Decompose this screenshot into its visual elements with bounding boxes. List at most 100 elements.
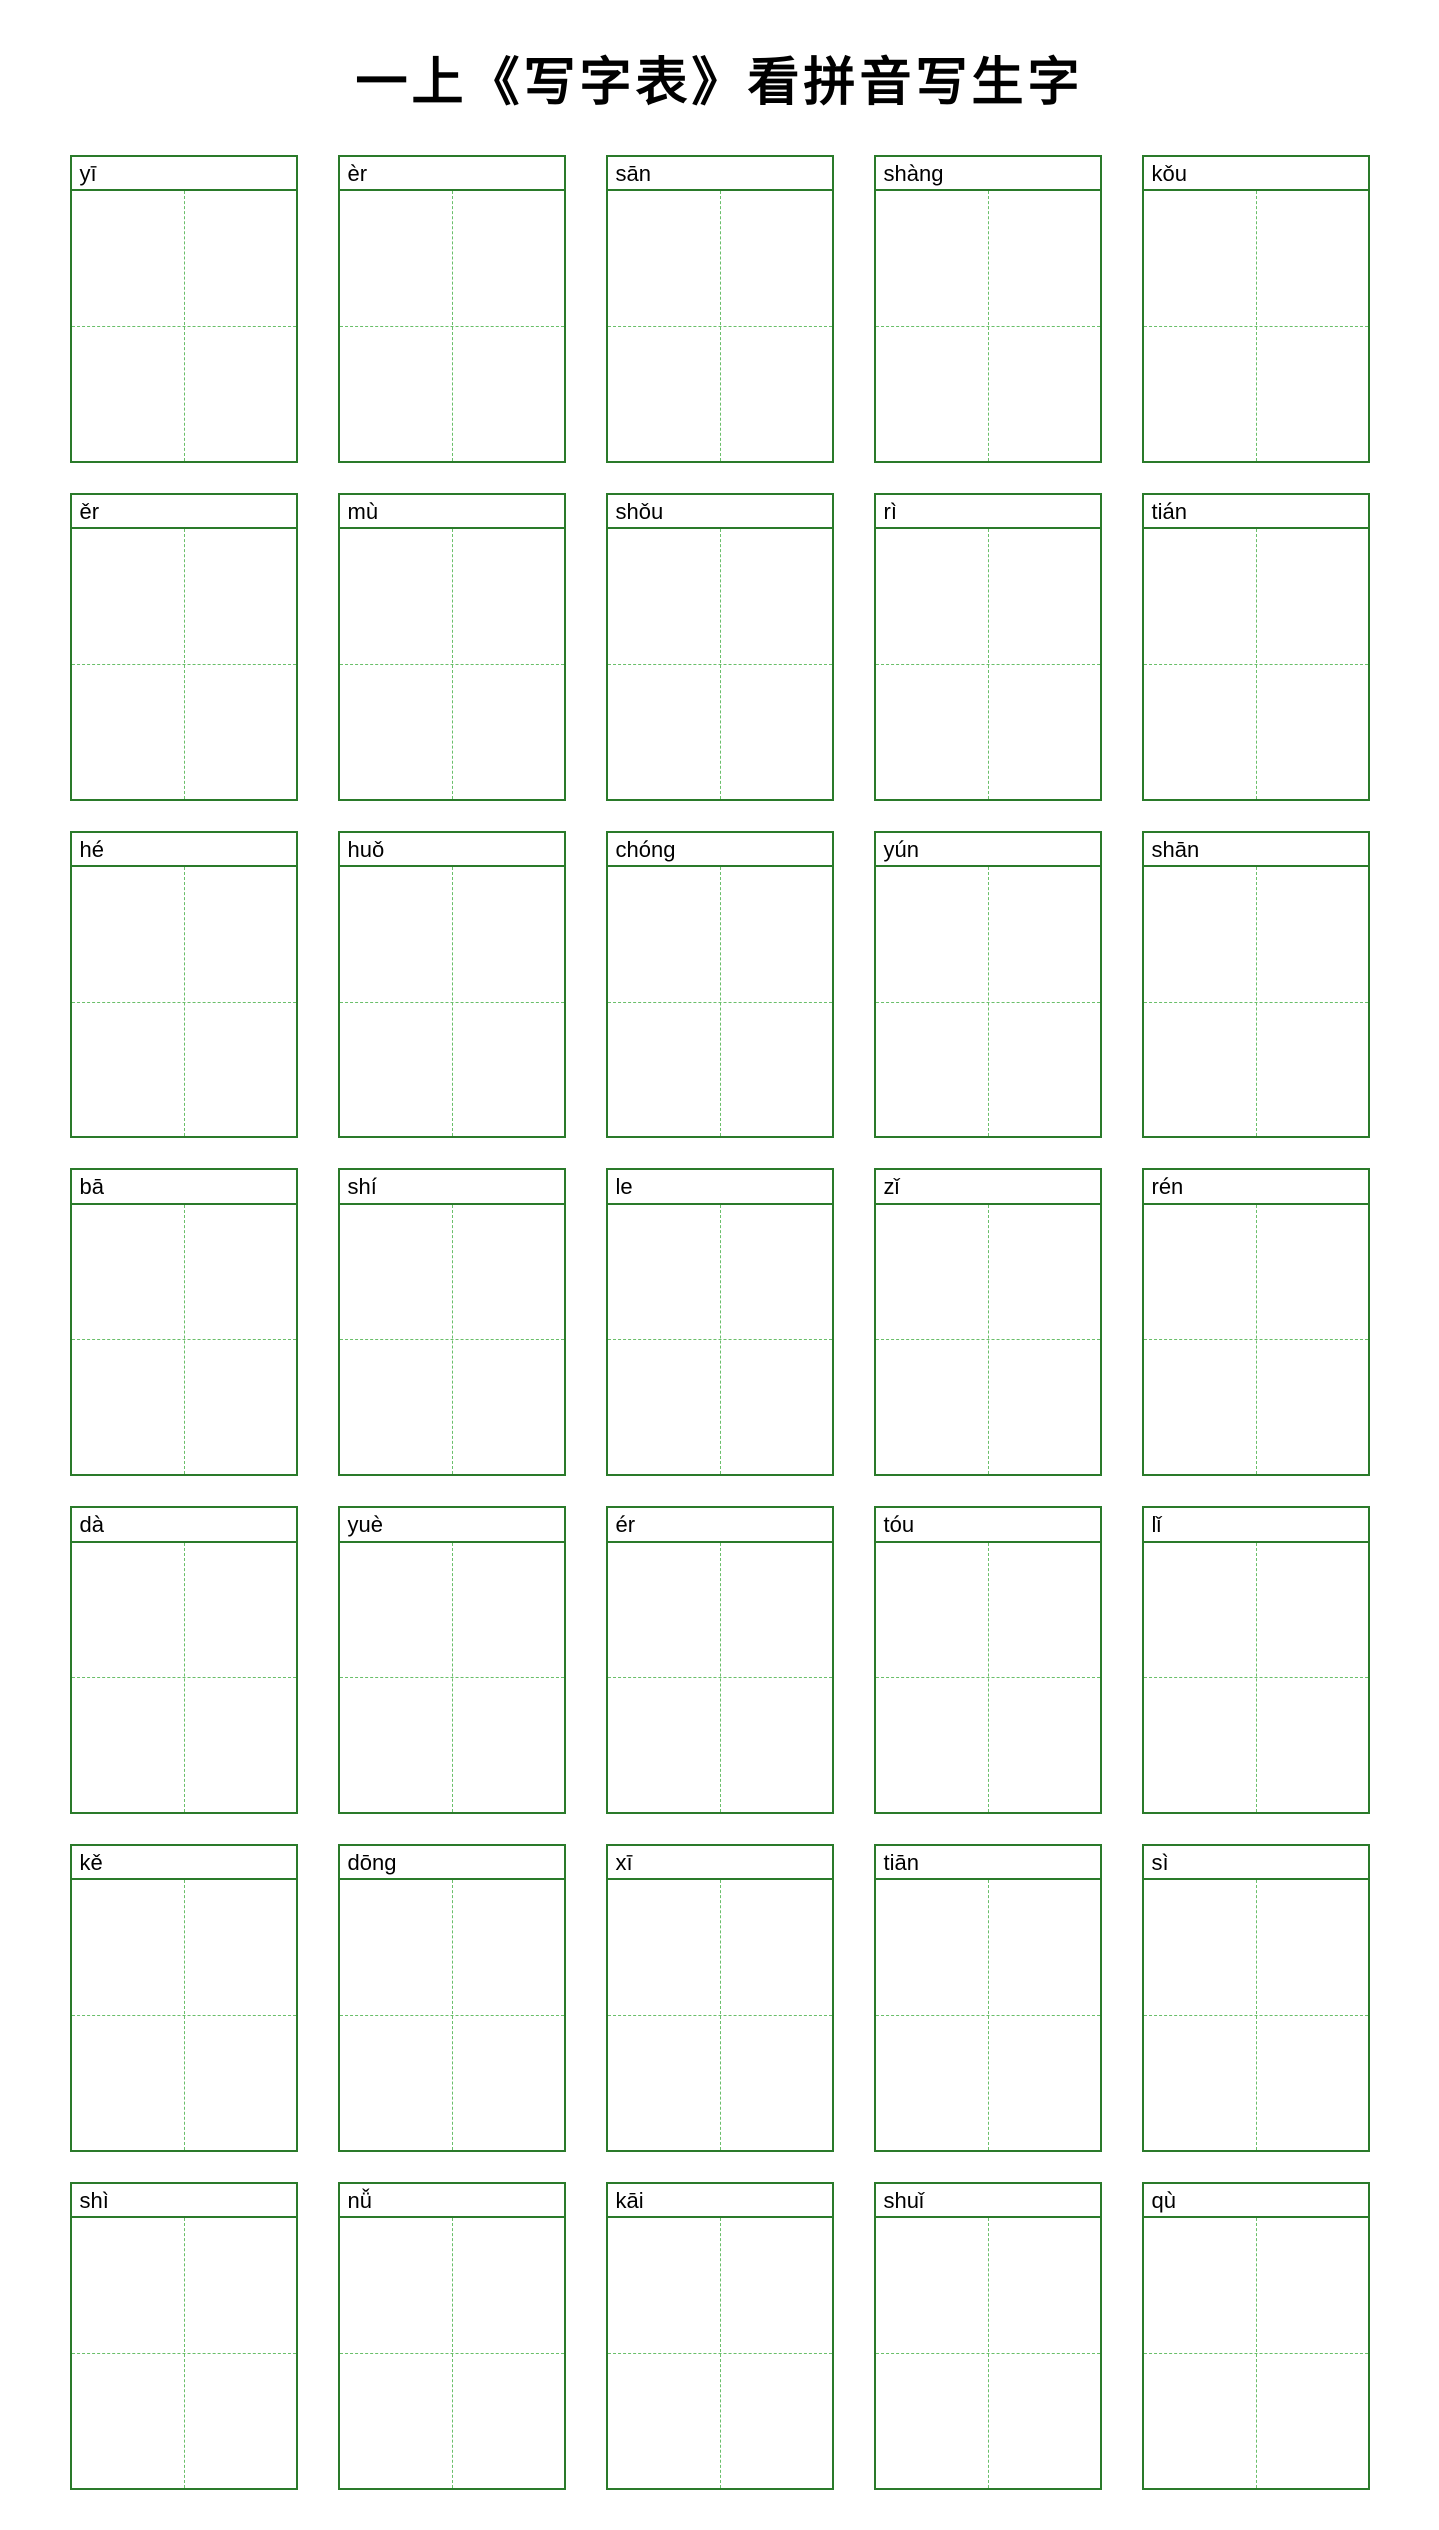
char-box: shí <box>338 1168 566 1476</box>
char-box: tóu <box>874 1506 1102 1814</box>
writing-area[interactable] <box>72 865 296 1136</box>
writing-area[interactable] <box>1144 189 1368 460</box>
writing-area[interactable] <box>1144 527 1368 798</box>
char-box: zǐ <box>874 1168 1102 1476</box>
char-box: hé <box>70 831 298 1139</box>
writing-area[interactable] <box>608 189 832 460</box>
char-box: mù <box>338 493 566 801</box>
char-box: qù <box>1142 2182 1370 2490</box>
char-box: dōng <box>338 1844 566 2152</box>
pinyin-label: lǐ <box>1144 1508 1368 1540</box>
char-box: shǒu <box>606 493 834 801</box>
pinyin-label: tiān <box>876 1846 1100 1878</box>
char-box: sì <box>1142 1844 1370 2152</box>
pinyin-label: shuǐ <box>876 2184 1100 2216</box>
pinyin-label: yún <box>876 833 1100 865</box>
char-box: huǒ <box>338 831 566 1139</box>
pinyin-label: xī <box>608 1846 832 1878</box>
char-box: kāi <box>606 2182 834 2490</box>
writing-area[interactable] <box>876 1541 1100 1812</box>
writing-area[interactable] <box>608 1541 832 1812</box>
writing-area[interactable] <box>608 2216 832 2487</box>
char-box: ér <box>606 1506 834 1814</box>
writing-area[interactable] <box>340 865 564 1136</box>
pinyin-label: èr <box>340 157 564 189</box>
char-box: kǒu <box>1142 155 1370 463</box>
char-box: shàng <box>874 155 1102 463</box>
char-box: bā <box>70 1168 298 1476</box>
pinyin-label: huǒ <box>340 833 564 865</box>
writing-area[interactable] <box>876 1203 1100 1474</box>
writing-area[interactable] <box>1144 1541 1368 1812</box>
writing-area[interactable] <box>340 1203 564 1474</box>
writing-area[interactable] <box>72 1541 296 1812</box>
pinyin-label: kě <box>72 1846 296 1878</box>
writing-area[interactable] <box>1144 1878 1368 2149</box>
char-box: kě <box>70 1844 298 2152</box>
writing-area[interactable] <box>1144 1203 1368 1474</box>
pinyin-label: dōng <box>340 1846 564 1878</box>
writing-area[interactable] <box>1144 2216 1368 2487</box>
writing-area[interactable] <box>72 189 296 460</box>
char-box: yuè <box>338 1506 566 1814</box>
pinyin-label: rén <box>1144 1170 1368 1202</box>
writing-area[interactable] <box>608 865 832 1136</box>
writing-area[interactable] <box>72 1203 296 1474</box>
char-box: tiān <box>874 1844 1102 2152</box>
pinyin-label: sān <box>608 157 832 189</box>
writing-area[interactable] <box>340 1541 564 1812</box>
pinyin-label: shì <box>72 2184 296 2216</box>
char-box: yī <box>70 155 298 463</box>
pinyin-label: le <box>608 1170 832 1202</box>
pinyin-label: yuè <box>340 1508 564 1540</box>
writing-area[interactable] <box>876 865 1100 1136</box>
char-box: xī <box>606 1844 834 2152</box>
character-grid: yī èr sān shàng kǒu ěr mù shǒu rì tián hé huǒ chóng y… <box>70 155 1370 2490</box>
char-box: rì <box>874 493 1102 801</box>
writing-area[interactable] <box>72 527 296 798</box>
pinyin-label: sì <box>1144 1846 1368 1878</box>
writing-area[interactable] <box>340 189 564 460</box>
pinyin-label: qù <box>1144 2184 1368 2216</box>
pinyin-label: kǒu <box>1144 157 1368 189</box>
char-box: tián <box>1142 493 1370 801</box>
writing-area[interactable] <box>876 527 1100 798</box>
writing-area[interactable] <box>608 1203 832 1474</box>
pinyin-label: nǚ <box>340 2184 564 2216</box>
char-box: lǐ <box>1142 1506 1370 1814</box>
writing-area[interactable] <box>72 2216 296 2487</box>
char-box: ěr <box>70 493 298 801</box>
pinyin-label: ěr <box>72 495 296 527</box>
pinyin-label: shǒu <box>608 495 832 527</box>
pinyin-label: tóu <box>876 1508 1100 1540</box>
pinyin-label: rì <box>876 495 1100 527</box>
char-box: èr <box>338 155 566 463</box>
pinyin-label: tián <box>1144 495 1368 527</box>
char-box: sān <box>606 155 834 463</box>
char-box: shuǐ <box>874 2182 1102 2490</box>
char-box: yún <box>874 831 1102 1139</box>
pinyin-label: kāi <box>608 2184 832 2216</box>
pinyin-label: shān <box>1144 833 1368 865</box>
writing-area[interactable] <box>608 1878 832 2149</box>
pinyin-label: bā <box>72 1170 296 1202</box>
writing-area[interactable] <box>340 1878 564 2149</box>
char-box: dà <box>70 1506 298 1814</box>
writing-area[interactable] <box>72 1878 296 2149</box>
pinyin-label: mù <box>340 495 564 527</box>
pinyin-label: shàng <box>876 157 1100 189</box>
writing-area[interactable] <box>876 189 1100 460</box>
writing-area[interactable] <box>608 527 832 798</box>
pinyin-label: yī <box>72 157 296 189</box>
writing-area[interactable] <box>876 2216 1100 2487</box>
writing-area[interactable] <box>340 527 564 798</box>
pinyin-label: zǐ <box>876 1170 1100 1202</box>
char-box: nǚ <box>338 2182 566 2490</box>
page-title: 一上《写字表》看拼音写生字 <box>355 40 1083 115</box>
writing-area[interactable] <box>876 1878 1100 2149</box>
pinyin-label: chóng <box>608 833 832 865</box>
char-box: shì <box>70 2182 298 2490</box>
writing-area[interactable] <box>1144 865 1368 1136</box>
pinyin-label: shí <box>340 1170 564 1202</box>
writing-area[interactable] <box>340 2216 564 2487</box>
